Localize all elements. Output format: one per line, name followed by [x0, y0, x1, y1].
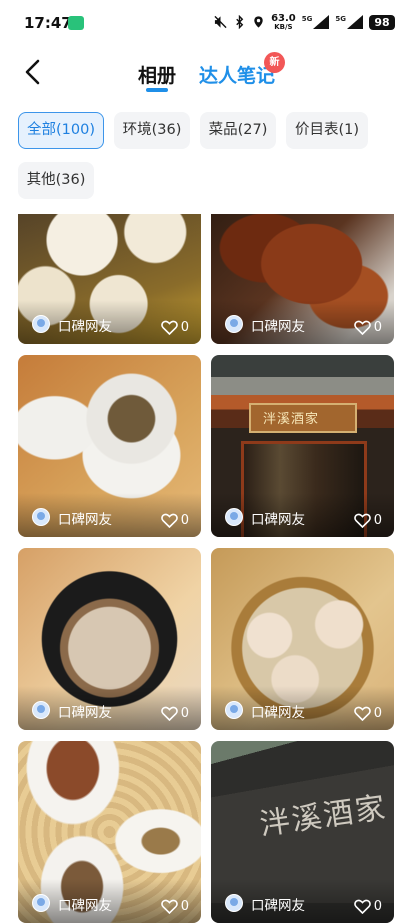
photo-card[interactable]: 口碑网友 0: [18, 214, 201, 344]
like-count: 0: [180, 513, 189, 528]
status-icons: 63.0 KB/S 5G 5G 98: [214, 13, 395, 31]
like-button[interactable]: 0: [160, 899, 189, 914]
like-button[interactable]: 0: [160, 706, 189, 721]
heart-icon: [160, 706, 178, 721]
username: 口碑网友: [251, 705, 305, 721]
like-button[interactable]: 0: [353, 513, 382, 528]
header: 相册 达人笔记 新: [0, 44, 413, 104]
avatar: [225, 315, 243, 333]
like-count: 0: [373, 899, 382, 914]
heart-icon: [160, 899, 178, 914]
bluetooth-icon: [233, 15, 246, 29]
avatar: [32, 508, 50, 526]
like-count: 0: [373, 320, 382, 335]
username: 口碑网友: [58, 705, 112, 721]
network-speed: 63.0 KB/S: [271, 12, 296, 31]
signal-2-icon: 5G: [335, 15, 363, 29]
filter-chip-dishes[interactable]: 菜品(27): [200, 112, 276, 149]
heart-icon: [160, 320, 178, 335]
like-button[interactable]: 0: [353, 320, 382, 335]
like-count: 0: [373, 706, 382, 721]
avatar: [32, 701, 50, 719]
photo-card[interactable]: 口碑网友 0: [18, 355, 201, 537]
username: 口碑网友: [58, 319, 112, 335]
like-button[interactable]: 0: [160, 320, 189, 335]
photo-card[interactable]: 泮溪酒家 口碑网友 0: [211, 355, 394, 537]
filter-chip-all[interactable]: 全部(100): [18, 112, 104, 149]
back-arrow-icon: [25, 59, 40, 85]
avatar: [225, 894, 243, 912]
photo-grid: 口碑网友 0 口碑网友 0 口碑网友 0 泮溪酒家 口碑网友 0 口碑网友 0 …: [0, 214, 413, 924]
tab-album[interactable]: 相册: [138, 61, 176, 88]
heart-icon: [160, 513, 178, 528]
mute-icon: [214, 15, 227, 29]
avatar: [32, 894, 50, 912]
entrance-signboard-text: 泮溪酒家: [263, 412, 320, 427]
username: 口碑网友: [58, 512, 112, 528]
like-count: 0: [180, 899, 189, 914]
location-icon: [252, 15, 265, 29]
status-bar: 17:47 63.0 KB/S 5G 5G 98: [0, 0, 413, 44]
username: 口碑网友: [251, 898, 305, 914]
app-notification-icon: [68, 16, 84, 30]
status-time: 17:47: [24, 14, 72, 32]
avatar: [225, 508, 243, 526]
like-button[interactable]: 0: [353, 706, 382, 721]
tab-active-indicator: [146, 88, 168, 92]
photo-card[interactable]: 泮溪酒家 口碑网友 0: [211, 741, 394, 923]
filter-chip-price-list[interactable]: 价目表(1): [286, 112, 368, 149]
avatar: [225, 701, 243, 719]
photo-card[interactable]: 口碑网友 0: [211, 548, 394, 730]
like-count: 0: [180, 706, 189, 721]
filter-chip-environment[interactable]: 环境(36): [114, 112, 190, 149]
username: 口碑网友: [58, 898, 112, 914]
heart-icon: [353, 320, 371, 335]
new-badge: 新: [264, 52, 285, 73]
photo-card[interactable]: 口碑网友 0: [18, 548, 201, 730]
like-count: 0: [373, 513, 382, 528]
signal-1-icon: 5G: [302, 15, 330, 29]
heart-icon: [353, 513, 371, 528]
battery-indicator: 98: [369, 14, 395, 30]
like-button[interactable]: 0: [353, 899, 382, 914]
filter-chip-other[interactable]: 其他(36): [18, 162, 94, 199]
username: 口碑网友: [251, 319, 305, 335]
like-button[interactable]: 0: [160, 513, 189, 528]
heart-icon: [353, 706, 371, 721]
avatar: [32, 315, 50, 333]
like-count: 0: [180, 320, 189, 335]
photo-card[interactable]: 口碑网友 0: [18, 741, 201, 923]
back-button[interactable]: [20, 58, 48, 86]
username: 口碑网友: [251, 512, 305, 528]
heart-icon: [353, 899, 371, 914]
photo-card[interactable]: 口碑网友 0: [211, 214, 394, 344]
